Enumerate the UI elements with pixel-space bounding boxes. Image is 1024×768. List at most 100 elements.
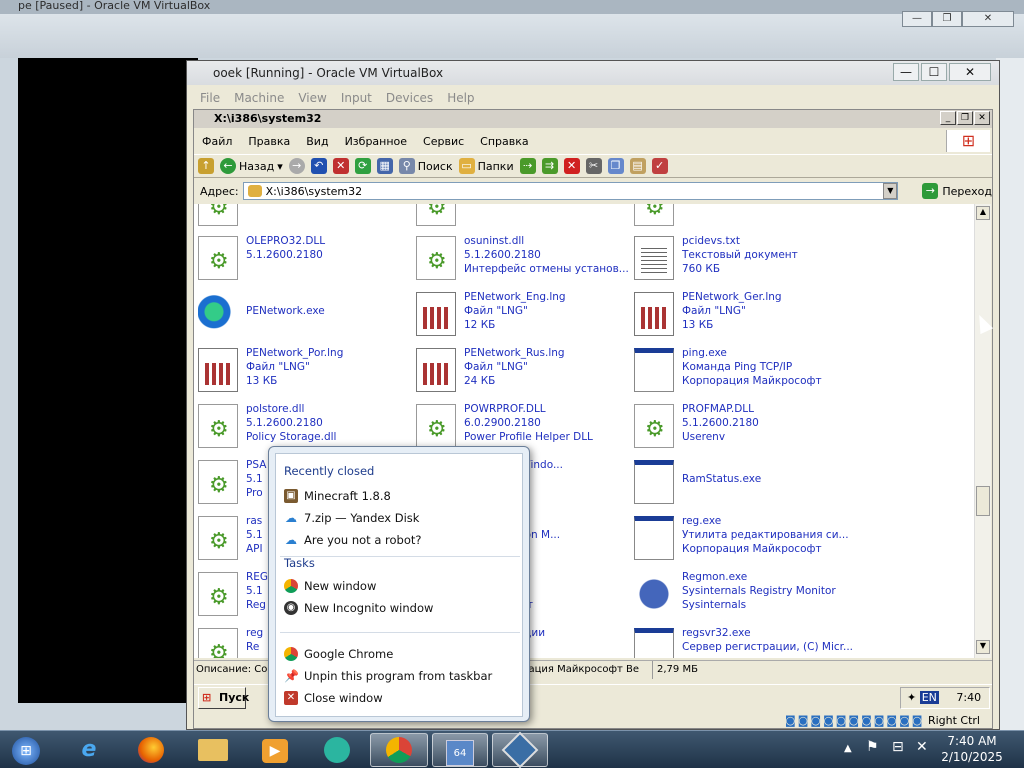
show-hidden-icons[interactable]: ▲: [844, 743, 852, 754]
refresh-icon[interactable]: ⟳: [354, 158, 371, 174]
explorer-title[interactable]: X:\i386\system32: [194, 110, 992, 128]
chrome-taskbar-button[interactable]: [370, 733, 428, 767]
internet-explorer-icon[interactable]: e: [62, 733, 116, 767]
file-name: PENetwork.exe: [246, 305, 325, 317]
explorer-close-button[interactable]: ✕: [974, 111, 990, 125]
volume-muted-icon[interactable]: ✕: [916, 739, 928, 755]
file-item[interactable]: PENetwork_Rus.lng Файл "LNG" 24 КБ: [412, 344, 630, 398]
menu-file[interactable]: Файл: [194, 135, 240, 148]
file-explorer-icon[interactable]: [186, 733, 240, 767]
outer-maximize-button[interactable]: ❐: [932, 11, 962, 27]
file-list-scrollbar[interactable]: ▲ ▼: [974, 204, 991, 658]
file-item[interactable]: pcidevs.txt Текстовый документ 760 КБ: [630, 232, 848, 286]
file-line: Интерфейс отмены установ...: [464, 263, 629, 275]
address-input[interactable]: X:\i386\system32 ▼: [242, 182, 899, 200]
vbox-menu-help[interactable]: Help: [440, 89, 481, 109]
undo-icon[interactable]: ↶: [310, 158, 327, 174]
copy-to-icon[interactable]: ⇉: [541, 158, 558, 174]
tray-language[interactable]: EN: [919, 691, 939, 704]
scroll-thumb[interactable]: [976, 486, 990, 516]
copy-icon[interactable]: ❐: [607, 158, 624, 174]
paste-icon[interactable]: ▤: [629, 158, 646, 174]
search-label: Поиск: [417, 159, 453, 173]
vbox-close-button[interactable]: ✕: [949, 63, 991, 81]
file-item[interactable]: regsvr32.exe Сервер регистрации, (C) Micr…: [630, 624, 852, 658]
file-item[interactable]: PROFMAP.DLL 5.1.2600.2180 Userenv: [630, 400, 848, 454]
search-button[interactable]: ⚲ Поиск: [398, 158, 453, 174]
recent-item[interactable]: ☁ 7.zip — Yandex Disk: [284, 508, 516, 528]
explorer-restore-button[interactable]: ❐: [957, 111, 973, 125]
media-player-icon[interactable]: ▶: [248, 733, 302, 767]
app-google-chrome[interactable]: Google Chrome: [284, 644, 516, 664]
unpin-from-taskbar[interactable]: 📌 Unpin this program from taskbar: [284, 666, 516, 686]
clock-time: 7:40 AM: [947, 734, 997, 748]
file-details: RamStatus.exe: [682, 472, 852, 486]
vbox-maximize-button[interactable]: ☐: [921, 63, 947, 81]
close-window[interactable]: ✕ Close window: [284, 688, 516, 708]
properties-icon[interactable]: ✓: [651, 158, 668, 174]
move-to-icon[interactable]: ⇢: [519, 158, 536, 174]
file-item[interactable]: PENetwork_Por.lng Файл "LNG" 13 КБ: [194, 344, 412, 398]
menu-edit[interactable]: Правка: [240, 135, 298, 148]
forward-arrow-icon[interactable]: →: [288, 158, 305, 174]
back-button[interactable]: ← Назад ▾: [220, 158, 283, 174]
stop-icon[interactable]: ✕: [332, 158, 349, 174]
xp-start-button[interactable]: ⊞ Пуск: [198, 687, 249, 709]
vbox-title[interactable]: ooek [Running] - Oracle VM VirtualBox: [187, 61, 999, 85]
file-item[interactable]: 5.1.2600.2180Active Accessibility Resour…: [194, 204, 412, 232]
vbox-menu-machine[interactable]: Machine: [227, 89, 291, 109]
file-item[interactable]: osuninst.dll 5.1.2600.2180 Интерфейс отмен…: [412, 232, 630, 286]
address-value: X:\i386\system32: [265, 184, 363, 198]
scroll-up-icon[interactable]: ▲: [976, 206, 990, 220]
views-icon[interactable]: ▦: [376, 158, 393, 174]
taskbar-clock[interactable]: 7:40 AM 2/10/2025: [928, 733, 1016, 767]
vbox-menu-view[interactable]: View: [291, 89, 333, 109]
vbox-minimize-button[interactable]: —: [893, 63, 919, 81]
menu-help[interactable]: Справка: [472, 135, 536, 148]
delete-icon[interactable]: ✕: [563, 158, 580, 174]
menu-tools[interactable]: Сервис: [415, 135, 472, 148]
file-item[interactable]: PENetwork_Ger.lng Файл "LNG" 13 КБ: [630, 288, 848, 342]
tray-tool-icon[interactable]: ✦: [907, 691, 916, 704]
file-item[interactable]: OLEPRO32.DLL 5.1.2600.2180: [194, 232, 412, 286]
file-item[interactable]: RamStatus.exe: [630, 456, 848, 510]
network-icon[interactable]: ⊟: [892, 739, 904, 755]
cut-icon[interactable]: ✂: [585, 158, 602, 174]
folders-button[interactable]: ▭ Папки: [458, 158, 514, 174]
recent-item[interactable]: ▣ Minecraft 1.8.8: [284, 486, 516, 506]
file-details: pcidevs.txt Текстовый документ 760 КБ: [682, 234, 852, 276]
file-item[interactable]: Regmon.exe Sysinternals Registry Monitor S…: [630, 568, 848, 622]
vbox-device-icons[interactable]: ◙◙◙◙◙◙◙◙◙◙◙: [785, 714, 924, 727]
menu-view[interactable]: Вид: [298, 135, 336, 148]
dll-file-icon: [198, 516, 238, 560]
hdd-tool-icon[interactable]: 64: [432, 733, 488, 767]
outer-close-button[interactable]: ✕: [962, 11, 1014, 27]
virtualbox-icon[interactable]: [492, 731, 548, 768]
file-item[interactable]: reg.exe Утилита редактирования си... Корпо…: [630, 512, 849, 566]
vbox-menu-devices[interactable]: Devices: [379, 89, 440, 109]
task-new-window[interactable]: New window: [284, 576, 516, 596]
go-button[interactable]: → Переход: [922, 183, 992, 199]
action-center-icon[interactable]: ⚑: [866, 739, 879, 755]
explorer-minimize-button[interactable]: _: [940, 111, 956, 125]
firefox-icon[interactable]: [124, 733, 178, 767]
file-line: Файл "LNG": [464, 361, 528, 373]
recent-item[interactable]: ☁ Are you not a robot?: [284, 530, 516, 550]
vbox-menu-input[interactable]: Input: [334, 89, 379, 109]
file-item[interactable]: 5.1.2600.2180: [412, 204, 630, 232]
menu-favorites[interactable]: Избранное: [337, 135, 415, 148]
up-arrow-icon[interactable]: ↑: [198, 158, 214, 174]
address-dropdown-icon[interactable]: ▼: [883, 183, 898, 199]
file-item[interactable]: PENetwork.exe: [194, 288, 412, 342]
edge-dev-icon[interactable]: [310, 733, 364, 767]
file-item[interactable]: Поддержка интерфейса поль...: [630, 204, 848, 232]
file-item[interactable]: ping.exe Команда Ping TCP/IP Корпорация Ма…: [630, 344, 848, 398]
task-new-incognito-window[interactable]: ◉ New Incognito window: [284, 598, 516, 618]
scroll-down-icon[interactable]: ▼: [976, 640, 990, 654]
file-details: Regmon.exe Sysinternals Registry Monitor S…: [682, 570, 852, 612]
vbox-menu-file[interactable]: File: [193, 89, 227, 109]
file-item[interactable]: PENetwork_Eng.lng Файл "LNG" 12 КБ: [412, 288, 630, 342]
start-orb-icon[interactable]: ⊞: [0, 733, 52, 767]
file-line: Файл "LNG": [682, 305, 746, 317]
outer-minimize-button[interactable]: —: [902, 11, 932, 27]
